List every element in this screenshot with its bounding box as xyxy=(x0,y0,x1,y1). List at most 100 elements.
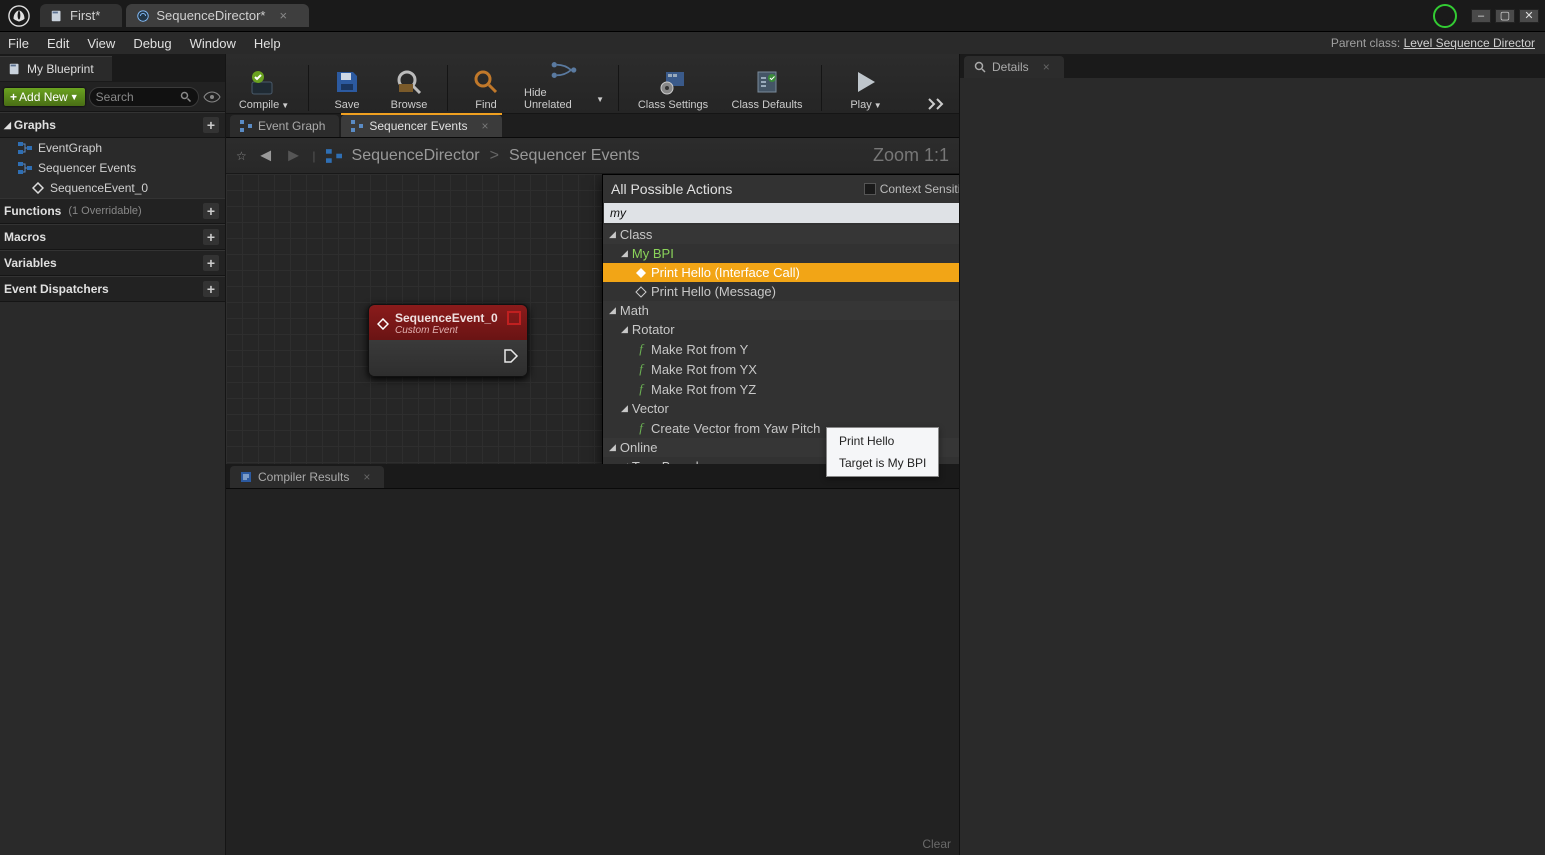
section-header-macros[interactable]: Macros + xyxy=(0,224,225,250)
section-header-functions[interactable]: Functions(1 Overridable) + xyxy=(0,198,225,224)
section-header-dispatchers[interactable]: Event Dispatchers + xyxy=(0,276,225,302)
function-icon: f xyxy=(635,381,647,397)
function-icon: f xyxy=(635,341,647,357)
titlebar: First* SequenceDirector* × – ▢ ✕ xyxy=(0,0,1545,32)
hide-unrelated-icon xyxy=(549,58,579,82)
add-macro-button[interactable]: + xyxy=(203,229,219,245)
menu-edit[interactable]: Edit xyxy=(47,36,69,51)
browse-button[interactable]: Browse xyxy=(385,67,433,111)
context-search-input[interactable] xyxy=(604,206,959,220)
action-context-menu: All Possible Actions Context Sensitive ▶… xyxy=(602,174,959,464)
checkbox-icon[interactable] xyxy=(864,183,876,195)
parent-class-link[interactable]: Level Sequence Director xyxy=(1404,36,1535,50)
class-defaults-button[interactable]: Class Defaults xyxy=(727,67,807,111)
save-button[interactable]: Save xyxy=(323,67,371,111)
menu-view[interactable]: View xyxy=(87,36,115,51)
section-header-variables[interactable]: Variables + xyxy=(0,250,225,276)
action-make-rot-yx[interactable]: fMake Rot from YX xyxy=(603,359,959,379)
nav-forward-button[interactable]: ► xyxy=(285,145,303,166)
node-subtitle: Custom Event xyxy=(395,325,498,336)
panel-tab-details[interactable]: Details × xyxy=(964,56,1064,78)
graph-tab-sequencer-events[interactable]: Sequencer Events × xyxy=(341,115,502,137)
maximize-button[interactable]: ▢ xyxy=(1495,9,1515,23)
save-icon xyxy=(333,68,361,96)
node-delegate-pin[interactable] xyxy=(507,311,521,325)
action-print-hello-message[interactable]: Print Hello (Message) xyxy=(603,282,959,301)
tab-close-icon[interactable]: × xyxy=(1043,60,1050,74)
graph-item-sequence-event-0[interactable]: SequenceEvent_0 xyxy=(0,178,225,198)
toolbar-overflow-button[interactable] xyxy=(923,97,951,111)
category-my-bpi[interactable]: ◢My BPI xyxy=(603,244,959,263)
menu-help[interactable]: Help xyxy=(254,36,281,51)
search-icon xyxy=(974,61,986,73)
title-tab-label: First* xyxy=(70,8,100,23)
clear-results-button[interactable]: Clear xyxy=(922,837,951,851)
event-diamond-icon xyxy=(635,286,647,298)
event-diamond-icon xyxy=(635,267,647,279)
class-settings-button[interactable]: Class Settings xyxy=(633,67,713,111)
compile-icon xyxy=(249,68,279,96)
event-diamond-icon xyxy=(377,318,389,330)
event-diamond-icon xyxy=(32,182,44,194)
add-variable-button[interactable]: + xyxy=(203,255,219,271)
graph-icon xyxy=(326,149,342,163)
search-placeholder: Search xyxy=(96,90,176,104)
category-rotator[interactable]: ◢Rotator xyxy=(603,320,959,339)
play-icon xyxy=(853,69,879,95)
minimize-button[interactable]: – xyxy=(1471,9,1491,23)
title-tab-label: SequenceDirector* xyxy=(156,8,265,23)
section-header-graphs[interactable]: ◢Graphs + xyxy=(0,112,225,138)
tab-close-icon[interactable]: × xyxy=(481,119,488,133)
graph-icon xyxy=(18,142,32,154)
nav-back-button[interactable]: ◄ xyxy=(257,145,275,166)
add-function-button[interactable]: + xyxy=(203,203,219,219)
view-options-icon[interactable] xyxy=(203,91,221,103)
sequence-director-icon xyxy=(136,9,150,23)
action-make-rot-yz[interactable]: fMake Rot from YZ xyxy=(603,379,959,399)
panel-tab-my-blueprint[interactable]: My Blueprint xyxy=(0,56,112,81)
title-tab-first[interactable]: First* xyxy=(40,4,122,27)
context-menu-title: All Possible Actions xyxy=(611,181,732,197)
parent-class-indicator: Parent class: Level Sequence Director xyxy=(1331,36,1535,50)
graph-tab-icon xyxy=(351,120,363,132)
node-sequence-event-0[interactable]: SequenceEvent_0 Custom Event xyxy=(368,304,528,377)
tab-close-icon[interactable]: × xyxy=(279,8,287,23)
menu-debug[interactable]: Debug xyxy=(133,36,171,51)
class-defaults-icon xyxy=(752,68,782,96)
panel-tab-compiler-results[interactable]: Compiler Results × xyxy=(230,466,384,488)
tutorial-hat-icon[interactable] xyxy=(1433,4,1457,28)
toolbar: Compile ▼ Save Browse Find Hide Unrelate… xyxy=(226,54,959,114)
graph-tab-event-graph[interactable]: Event Graph xyxy=(230,115,339,137)
graph-tab-icon xyxy=(240,120,252,132)
action-print-hello-interface[interactable]: Print Hello (Interface Call) xyxy=(603,263,959,282)
breadcrumb-leaf[interactable]: Sequencer Events xyxy=(509,147,640,165)
close-window-button[interactable]: ✕ xyxy=(1519,9,1539,23)
play-button[interactable]: Play ▼ xyxy=(836,67,896,111)
add-graph-button[interactable]: + xyxy=(203,117,219,133)
graph-item-sequencer-events[interactable]: Sequencer Events xyxy=(0,158,225,178)
breadcrumb-root[interactable]: SequenceDirector xyxy=(352,147,480,165)
menu-window[interactable]: Window xyxy=(190,36,236,51)
compile-button[interactable]: Compile ▼ xyxy=(234,67,294,111)
context-sensitive-toggle[interactable]: Context Sensitive ▶ xyxy=(864,182,959,196)
node-title: SequenceEvent_0 xyxy=(395,311,498,325)
add-dispatcher-button[interactable]: + xyxy=(203,281,219,297)
context-search-field[interactable]: ✕ xyxy=(604,203,959,223)
menu-file[interactable]: File xyxy=(8,36,29,51)
category-class[interactable]: ◢Class xyxy=(603,225,959,244)
tab-close-icon[interactable]: × xyxy=(363,470,370,484)
hide-unrelated-button[interactable]: Hide Unrelated ▼ xyxy=(524,55,604,111)
category-vector[interactable]: ◢Vector xyxy=(603,399,959,418)
my-blueprint-search[interactable]: Search xyxy=(89,87,199,107)
title-tab-sequence-director[interactable]: SequenceDirector* × xyxy=(126,4,309,27)
find-button[interactable]: Find xyxy=(462,67,510,111)
favorite-button[interactable]: ☆ xyxy=(236,149,247,163)
category-math[interactable]: ◢Math xyxy=(603,301,959,320)
add-new-button[interactable]: +Add New▼ xyxy=(4,88,85,106)
graph-item-eventgraph[interactable]: EventGraph xyxy=(0,138,225,158)
action-make-rot-y[interactable]: fMake Rot from Y xyxy=(603,339,959,359)
graph-canvas[interactable]: SequenceEvent_0 Custom Event All Possibl… xyxy=(226,174,959,464)
exec-output-pin[interactable] xyxy=(503,348,519,364)
unreal-logo-icon xyxy=(8,5,30,27)
blueprint-book-icon xyxy=(8,62,22,76)
